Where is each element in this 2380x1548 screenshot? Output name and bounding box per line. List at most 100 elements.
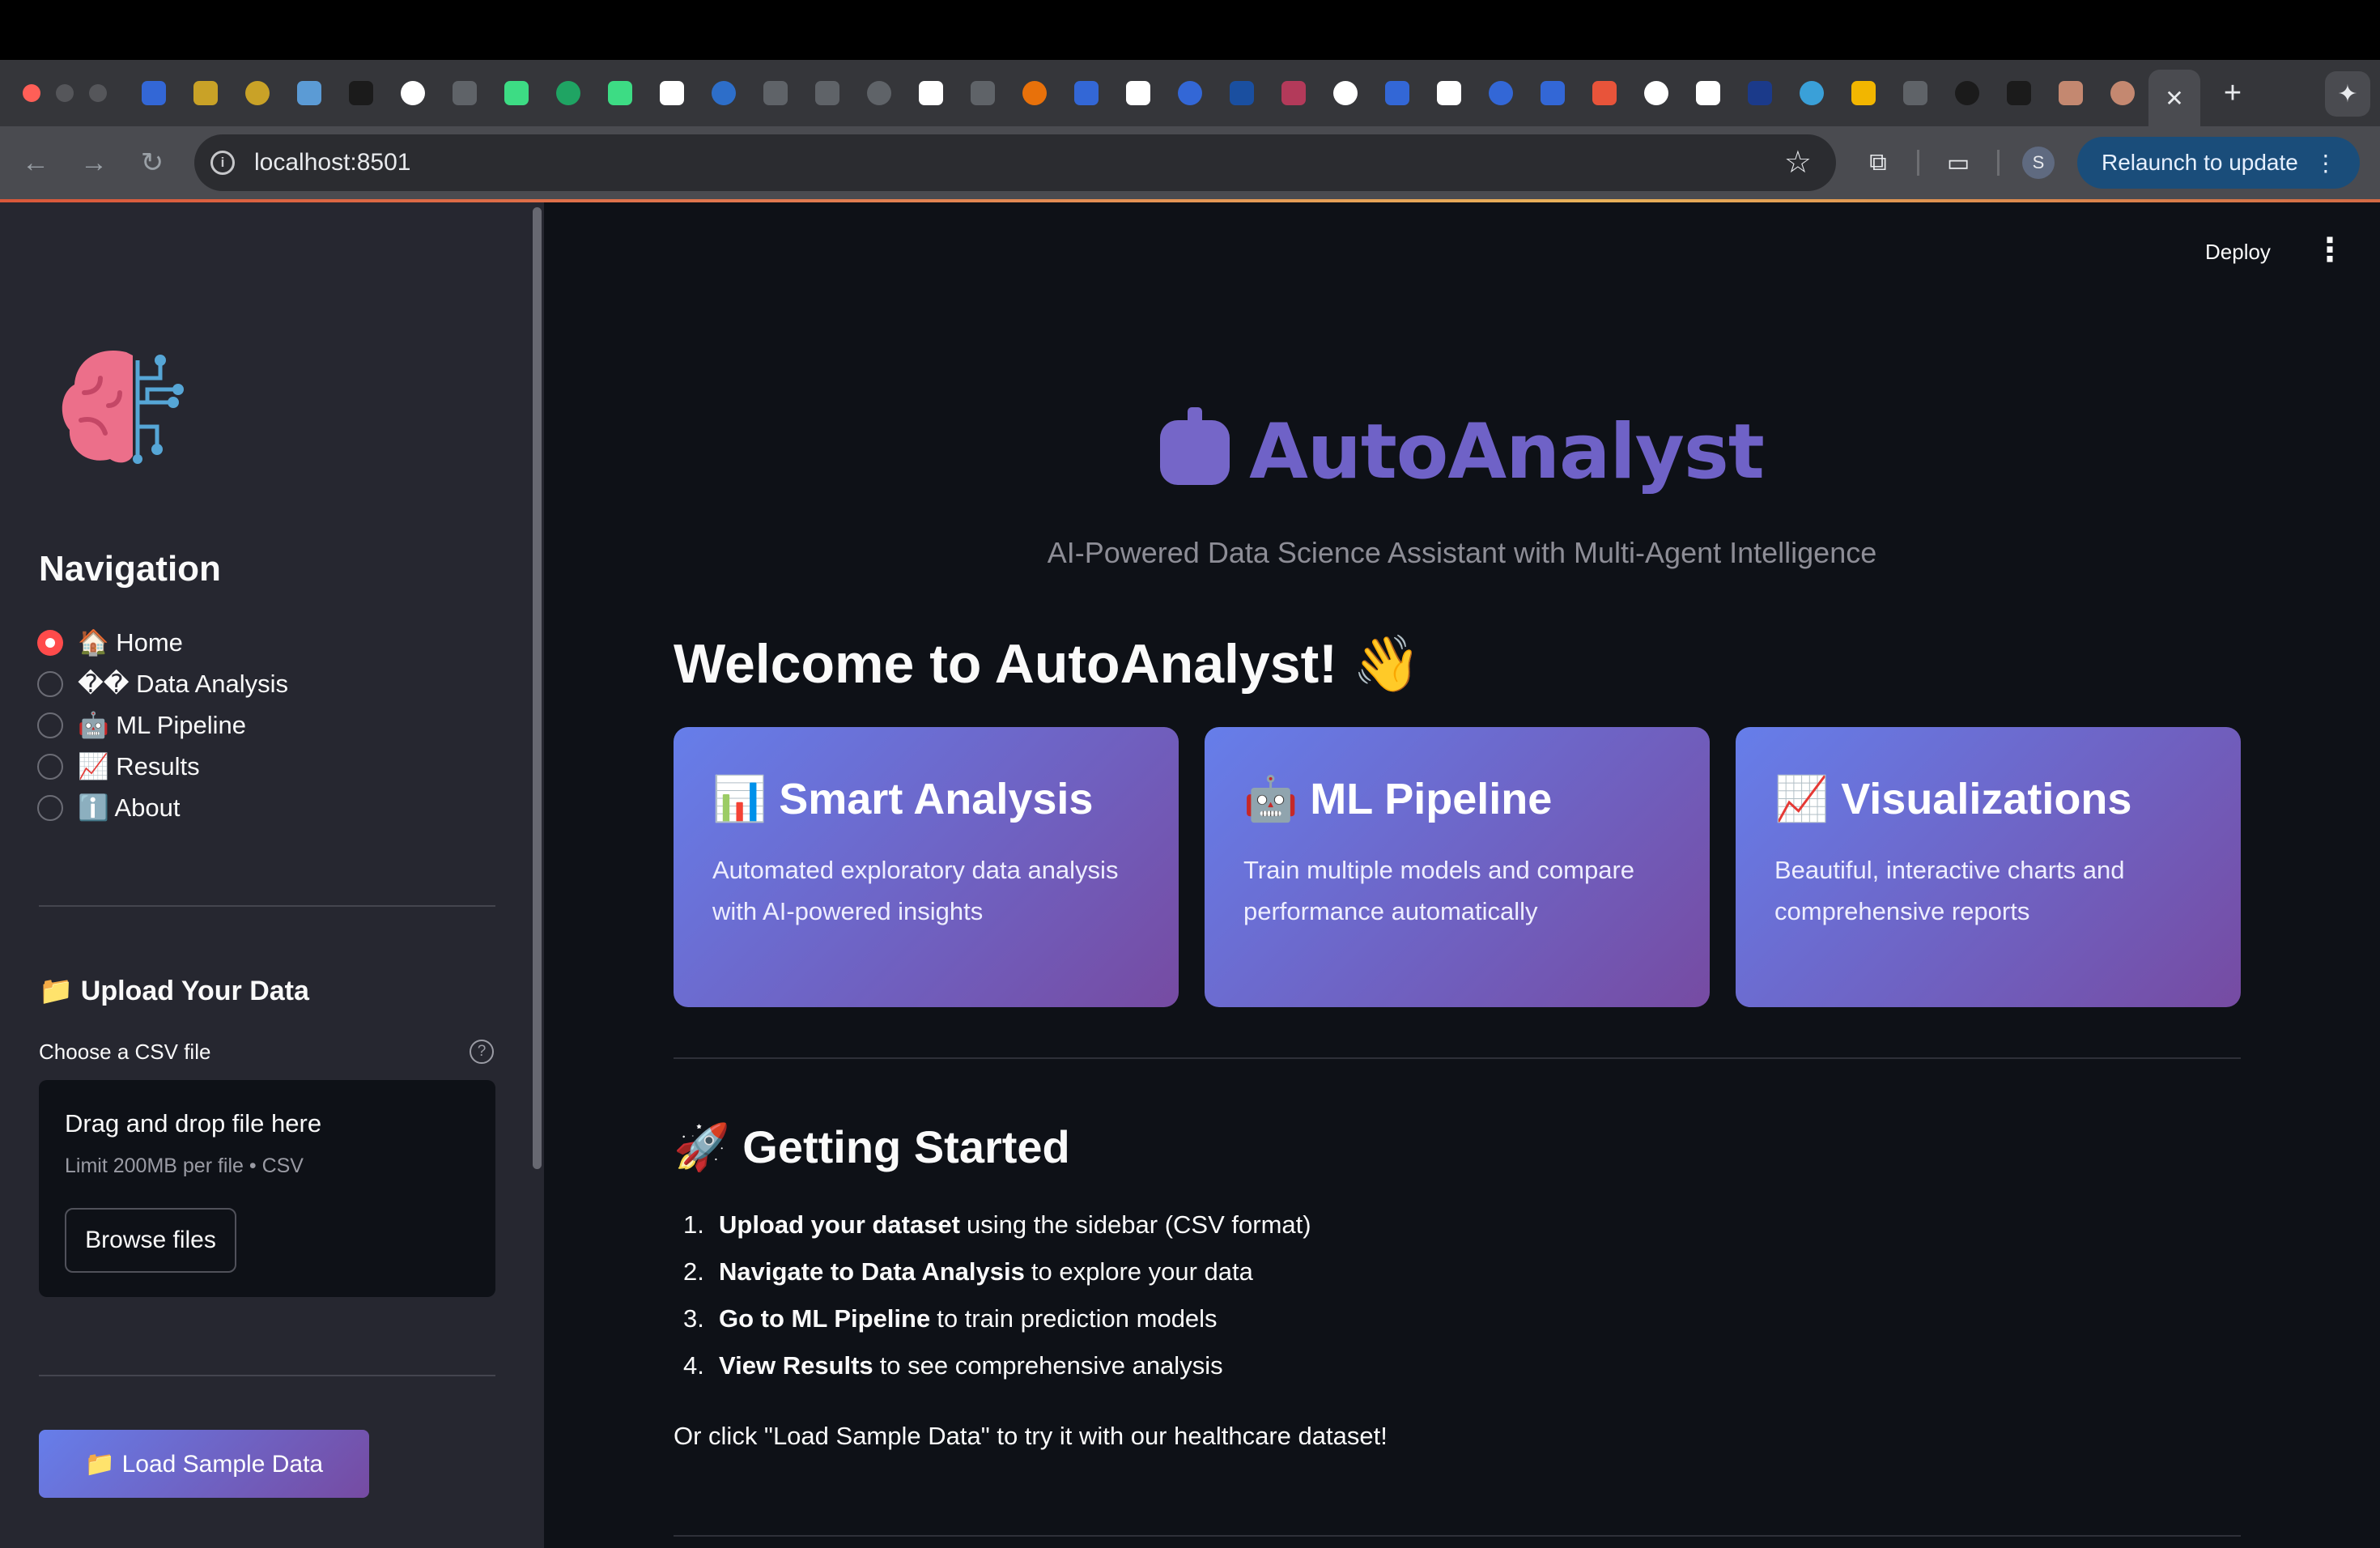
- site-favicon-icon: [1230, 81, 1254, 105]
- main-menu-icon[interactable]: ⋮: [2314, 232, 2346, 269]
- window-controls: [23, 84, 107, 102]
- zoom-window-button[interactable]: [89, 84, 107, 102]
- pinned-tab[interactable]: [594, 60, 646, 126]
- pinned-tab[interactable]: [1320, 60, 1371, 126]
- pinned-tab[interactable]: [128, 60, 180, 126]
- pinned-tab[interactable]: [2045, 60, 2097, 126]
- card-description: Beautiful, interactive charts and compre…: [1774, 856, 2125, 925]
- nav-radio-results[interactable]: 📈 Results: [37, 746, 288, 787]
- browse-files-button[interactable]: Browse files: [65, 1208, 236, 1273]
- pinned-tab[interactable]: [1941, 60, 1993, 126]
- profile-avatar[interactable]: S: [2022, 147, 2055, 179]
- pinned-tab[interactable]: [1630, 60, 1682, 126]
- main-content: Deploy ⋮ AutoAnalyst AI-Powered Data Sci…: [544, 202, 2380, 1548]
- pinned-tab[interactable]: [283, 60, 335, 126]
- step-number: 3.: [683, 1304, 704, 1333]
- pinned-tab[interactable]: [2097, 60, 2148, 126]
- pinned-tab[interactable]: [1838, 60, 1889, 126]
- pinned-tab[interactable]: [853, 60, 905, 126]
- radio-unselected-icon[interactable]: [37, 712, 63, 738]
- nav-radio-data-analysis[interactable]: �� Data Analysis: [37, 663, 288, 704]
- deploy-button[interactable]: Deploy: [2205, 240, 2271, 265]
- close-tab-icon[interactable]: ✕: [2165, 85, 2183, 112]
- pinned-tab[interactable]: [750, 60, 801, 126]
- site-favicon-icon: [608, 81, 632, 105]
- reload-icon[interactable]: ↻: [123, 147, 181, 179]
- site-favicon-icon: [1437, 81, 1461, 105]
- nav-radio-about[interactable]: ℹ️ About: [37, 787, 288, 828]
- nav-radio-label[interactable]: 🏠 Home: [78, 627, 183, 657]
- step-bold-text: Go to ML Pipeline: [719, 1304, 931, 1333]
- sidebar-scrollbar[interactable]: [533, 207, 542, 1169]
- pinned-tab[interactable]: [957, 60, 1009, 126]
- pinned-tab[interactable]: [1993, 60, 2045, 126]
- pinned-tab[interactable]: [1268, 60, 1320, 126]
- site-favicon-icon: [1385, 81, 1409, 105]
- pinned-tab[interactable]: [180, 60, 232, 126]
- url-text[interactable]: localhost:8501: [254, 149, 410, 176]
- tab-strip: ✕ + ✦: [0, 60, 2380, 126]
- sidebar: Navigation 🏠 Home �� Data Analysis 🤖 ML …: [0, 202, 544, 1548]
- pinned-tab[interactable]: [1423, 60, 1475, 126]
- app-title-text: AutoAnalyst: [1249, 408, 1765, 496]
- pinned-tab[interactable]: [1475, 60, 1527, 126]
- pinned-tab[interactable]: [542, 60, 594, 126]
- nav-radio-label[interactable]: 📈 Results: [78, 751, 200, 781]
- site-favicon-icon: [712, 81, 736, 105]
- pinned-tab[interactable]: [387, 60, 439, 126]
- bookmark-star-icon[interactable]: ☆: [1784, 144, 1812, 181]
- address-bar[interactable]: i localhost:8501 ☆: [194, 134, 1836, 191]
- file-dropzone[interactable]: Drag and drop file here Limit 200MB per …: [39, 1080, 495, 1297]
- pinned-tab[interactable]: [1579, 60, 1630, 126]
- pinned-tab[interactable]: [1009, 60, 1060, 126]
- nav-radio-label[interactable]: ℹ️ About: [78, 793, 181, 823]
- relaunch-button[interactable]: Relaunch to update ⋮: [2077, 137, 2360, 189]
- pinned-tab[interactable]: [1371, 60, 1423, 126]
- extensions-puzzle-icon[interactable]: ⧉: [1862, 147, 1894, 179]
- load-sample-data-button[interactable]: 📁 Load Sample Data: [39, 1430, 369, 1498]
- radio-unselected-icon[interactable]: [37, 753, 63, 780]
- pinned-tab[interactable]: [1734, 60, 1786, 126]
- site-info-icon[interactable]: i: [210, 151, 235, 175]
- nav-radio-label[interactable]: 🤖 ML Pipeline: [78, 710, 246, 740]
- site-favicon-icon: [1800, 81, 1824, 105]
- pinned-tab[interactable]: [1060, 60, 1112, 126]
- forward-arrow-icon[interactable]: →: [65, 147, 123, 179]
- pinned-tab[interactable]: [1786, 60, 1838, 126]
- site-favicon-icon: [1903, 81, 1927, 105]
- pinned-tab[interactable]: [1164, 60, 1216, 126]
- pinned-tab[interactable]: [491, 60, 542, 126]
- nav-radio-ml-pipeline[interactable]: 🤖 ML Pipeline: [37, 704, 288, 746]
- pinned-tab[interactable]: [1527, 60, 1579, 126]
- radio-selected-icon[interactable]: [37, 629, 63, 656]
- site-favicon-icon: [1541, 81, 1565, 105]
- pinned-tab[interactable]: [1216, 60, 1268, 126]
- nav-radio-home[interactable]: 🏠 Home: [37, 622, 288, 663]
- pinned-tab[interactable]: [1682, 60, 1734, 126]
- pinned-tab[interactable]: [335, 60, 387, 126]
- new-tab-button[interactable]: +: [2200, 76, 2265, 111]
- upload-heading: 📁 Upload Your Data: [39, 976, 309, 1006]
- help-icon[interactable]: ?: [470, 1040, 494, 1064]
- radio-unselected-icon[interactable]: [37, 670, 63, 697]
- gemini-sparkle-icon[interactable]: ✦: [2325, 71, 2370, 117]
- pinned-tab[interactable]: [698, 60, 750, 126]
- pinned-tab[interactable]: [646, 60, 698, 126]
- pinned-tab[interactable]: [801, 60, 853, 126]
- nav-radio-label[interactable]: �� Data Analysis: [78, 670, 288, 699]
- pinned-tabs: [128, 60, 2148, 126]
- pinned-tab[interactable]: [1889, 60, 1941, 126]
- pinned-tab[interactable]: [439, 60, 491, 126]
- back-arrow-icon[interactable]: ←: [6, 147, 65, 179]
- radio-unselected-icon[interactable]: [37, 794, 63, 821]
- pinned-tab[interactable]: [905, 60, 957, 126]
- step-text: to train prediction models: [937, 1304, 1218, 1333]
- pinned-tab[interactable]: [232, 60, 283, 126]
- cast-search-icon[interactable]: ▭: [1942, 147, 1974, 179]
- step-bold-text: Navigate to Data Analysis: [719, 1257, 1025, 1286]
- close-window-button[interactable]: [23, 84, 40, 102]
- pinned-tab[interactable]: [1112, 60, 1164, 126]
- minimize-window-button[interactable]: [56, 84, 74, 102]
- step-item: 2. Navigate to Data Analysis to explore …: [674, 1248, 1311, 1295]
- active-tab[interactable]: ✕: [2148, 70, 2200, 126]
